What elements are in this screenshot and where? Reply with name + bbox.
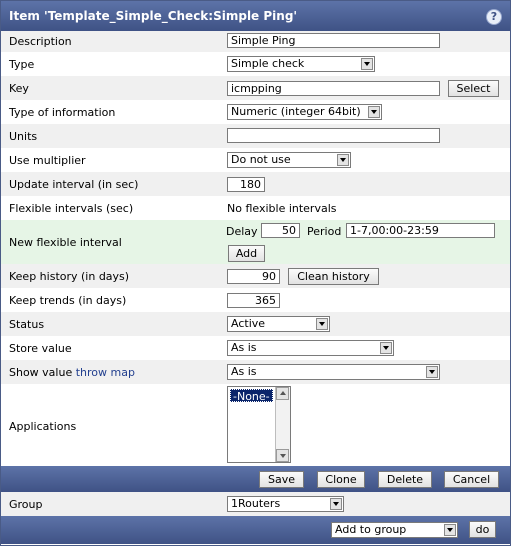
keep-trends-label: Keep trends (in days) [9, 294, 127, 307]
status-select[interactable]: Active [227, 316, 330, 332]
type-value: Simple check [231, 57, 305, 70]
update-interval-label: Update interval (in sec) [9, 178, 139, 191]
keep-history-label: Keep history (in days) [9, 270, 130, 283]
chevron-down-icon [368, 106, 380, 118]
chevron-down-icon [337, 154, 349, 166]
key-label: Key [9, 82, 29, 95]
group-action-value: Add to group [335, 523, 407, 536]
delete-button[interactable]: Delete [378, 471, 432, 488]
applications-label: Applications [9, 420, 77, 433]
applications-option-none[interactable]: -None- [230, 389, 273, 403]
status-label: Status [9, 318, 45, 331]
delay-field[interactable]: 50 [261, 223, 300, 238]
use-multiplier-value: Do not use [231, 153, 291, 166]
store-value-label: Store value [9, 342, 72, 355]
select-key-button[interactable]: Select [448, 80, 499, 97]
flexible-intervals-value: No flexible intervals [227, 202, 337, 215]
delay-label: Delay [226, 225, 258, 238]
description-field[interactable]: Simple Ping [227, 33, 440, 48]
type-of-information-value: Numeric (integer 64bit) [231, 105, 361, 118]
do-button[interactable]: do [469, 521, 496, 538]
save-button[interactable]: Save [259, 471, 304, 488]
store-value-select[interactable]: As is [227, 340, 394, 356]
units-field[interactable] [227, 128, 440, 143]
clone-button[interactable]: Clone [317, 471, 365, 488]
store-value-value: As is [231, 341, 257, 354]
period-field[interactable]: 1-7,00:00-23:59 [346, 223, 495, 238]
chevron-down-icon [330, 498, 342, 510]
cancel-button[interactable]: Cancel [444, 471, 499, 488]
listbox-scrollbar[interactable] [275, 387, 290, 462]
type-select[interactable]: Simple check [227, 56, 375, 72]
chevron-down-icon [426, 366, 438, 378]
units-label: Units [9, 130, 38, 143]
show-value-value: As is [231, 365, 257, 378]
clean-history-button[interactable]: Clean history [288, 268, 379, 285]
chevron-down-icon [444, 524, 456, 536]
keep-trends-field[interactable]: 365 [227, 293, 280, 308]
row-flexible-intervals: Flexible intervals (sec) No flexible int… [1, 196, 510, 220]
throw-map-link[interactable]: throw map [76, 366, 135, 379]
use-multiplier-select[interactable]: Do not use [227, 152, 351, 168]
title-bar: Item 'Template_Simple_Check:Simple Ping'… [1, 1, 510, 31]
period-label: Period [307, 225, 342, 238]
type-label: Type [9, 58, 35, 71]
applications-listbox[interactable]: -None- [227, 386, 291, 463]
type-of-information-select[interactable]: Numeric (integer 64bit) [227, 104, 382, 120]
status-value: Active [231, 317, 266, 330]
update-interval-field[interactable]: 180 [227, 177, 265, 192]
help-icon[interactable]: ? [486, 9, 502, 25]
type-of-information-label: Type of information [9, 106, 116, 119]
action-bar [1, 466, 510, 492]
description-label: Description [9, 35, 72, 48]
use-multiplier-label: Use multiplier [9, 154, 86, 167]
show-value-text: Show value [9, 366, 73, 379]
group-select[interactable]: 1Routers [227, 496, 344, 512]
chevron-down-icon [380, 342, 392, 354]
add-interval-button[interactable]: Add [228, 245, 265, 262]
chevron-down-icon [361, 58, 373, 70]
chevron-down-icon [316, 318, 328, 330]
group-value: 1Routers [231, 497, 281, 510]
page-title: Item 'Template_Simple_Check:Simple Ping' [9, 9, 298, 23]
show-value-select[interactable]: As is [227, 364, 440, 380]
flexible-intervals-label: Flexible intervals (sec) [9, 202, 134, 215]
group-label: Group [9, 498, 43, 511]
group-action-select[interactable]: Add to group [331, 522, 458, 538]
key-field[interactable]: icmpping [227, 81, 440, 96]
scroll-up-icon[interactable] [276, 387, 289, 400]
keep-history-field[interactable]: 90 [227, 269, 280, 284]
new-flexible-interval-label: New flexible interval [9, 236, 122, 249]
scroll-down-icon[interactable] [276, 449, 289, 462]
show-value-label: Show value throw map [9, 366, 135, 379]
